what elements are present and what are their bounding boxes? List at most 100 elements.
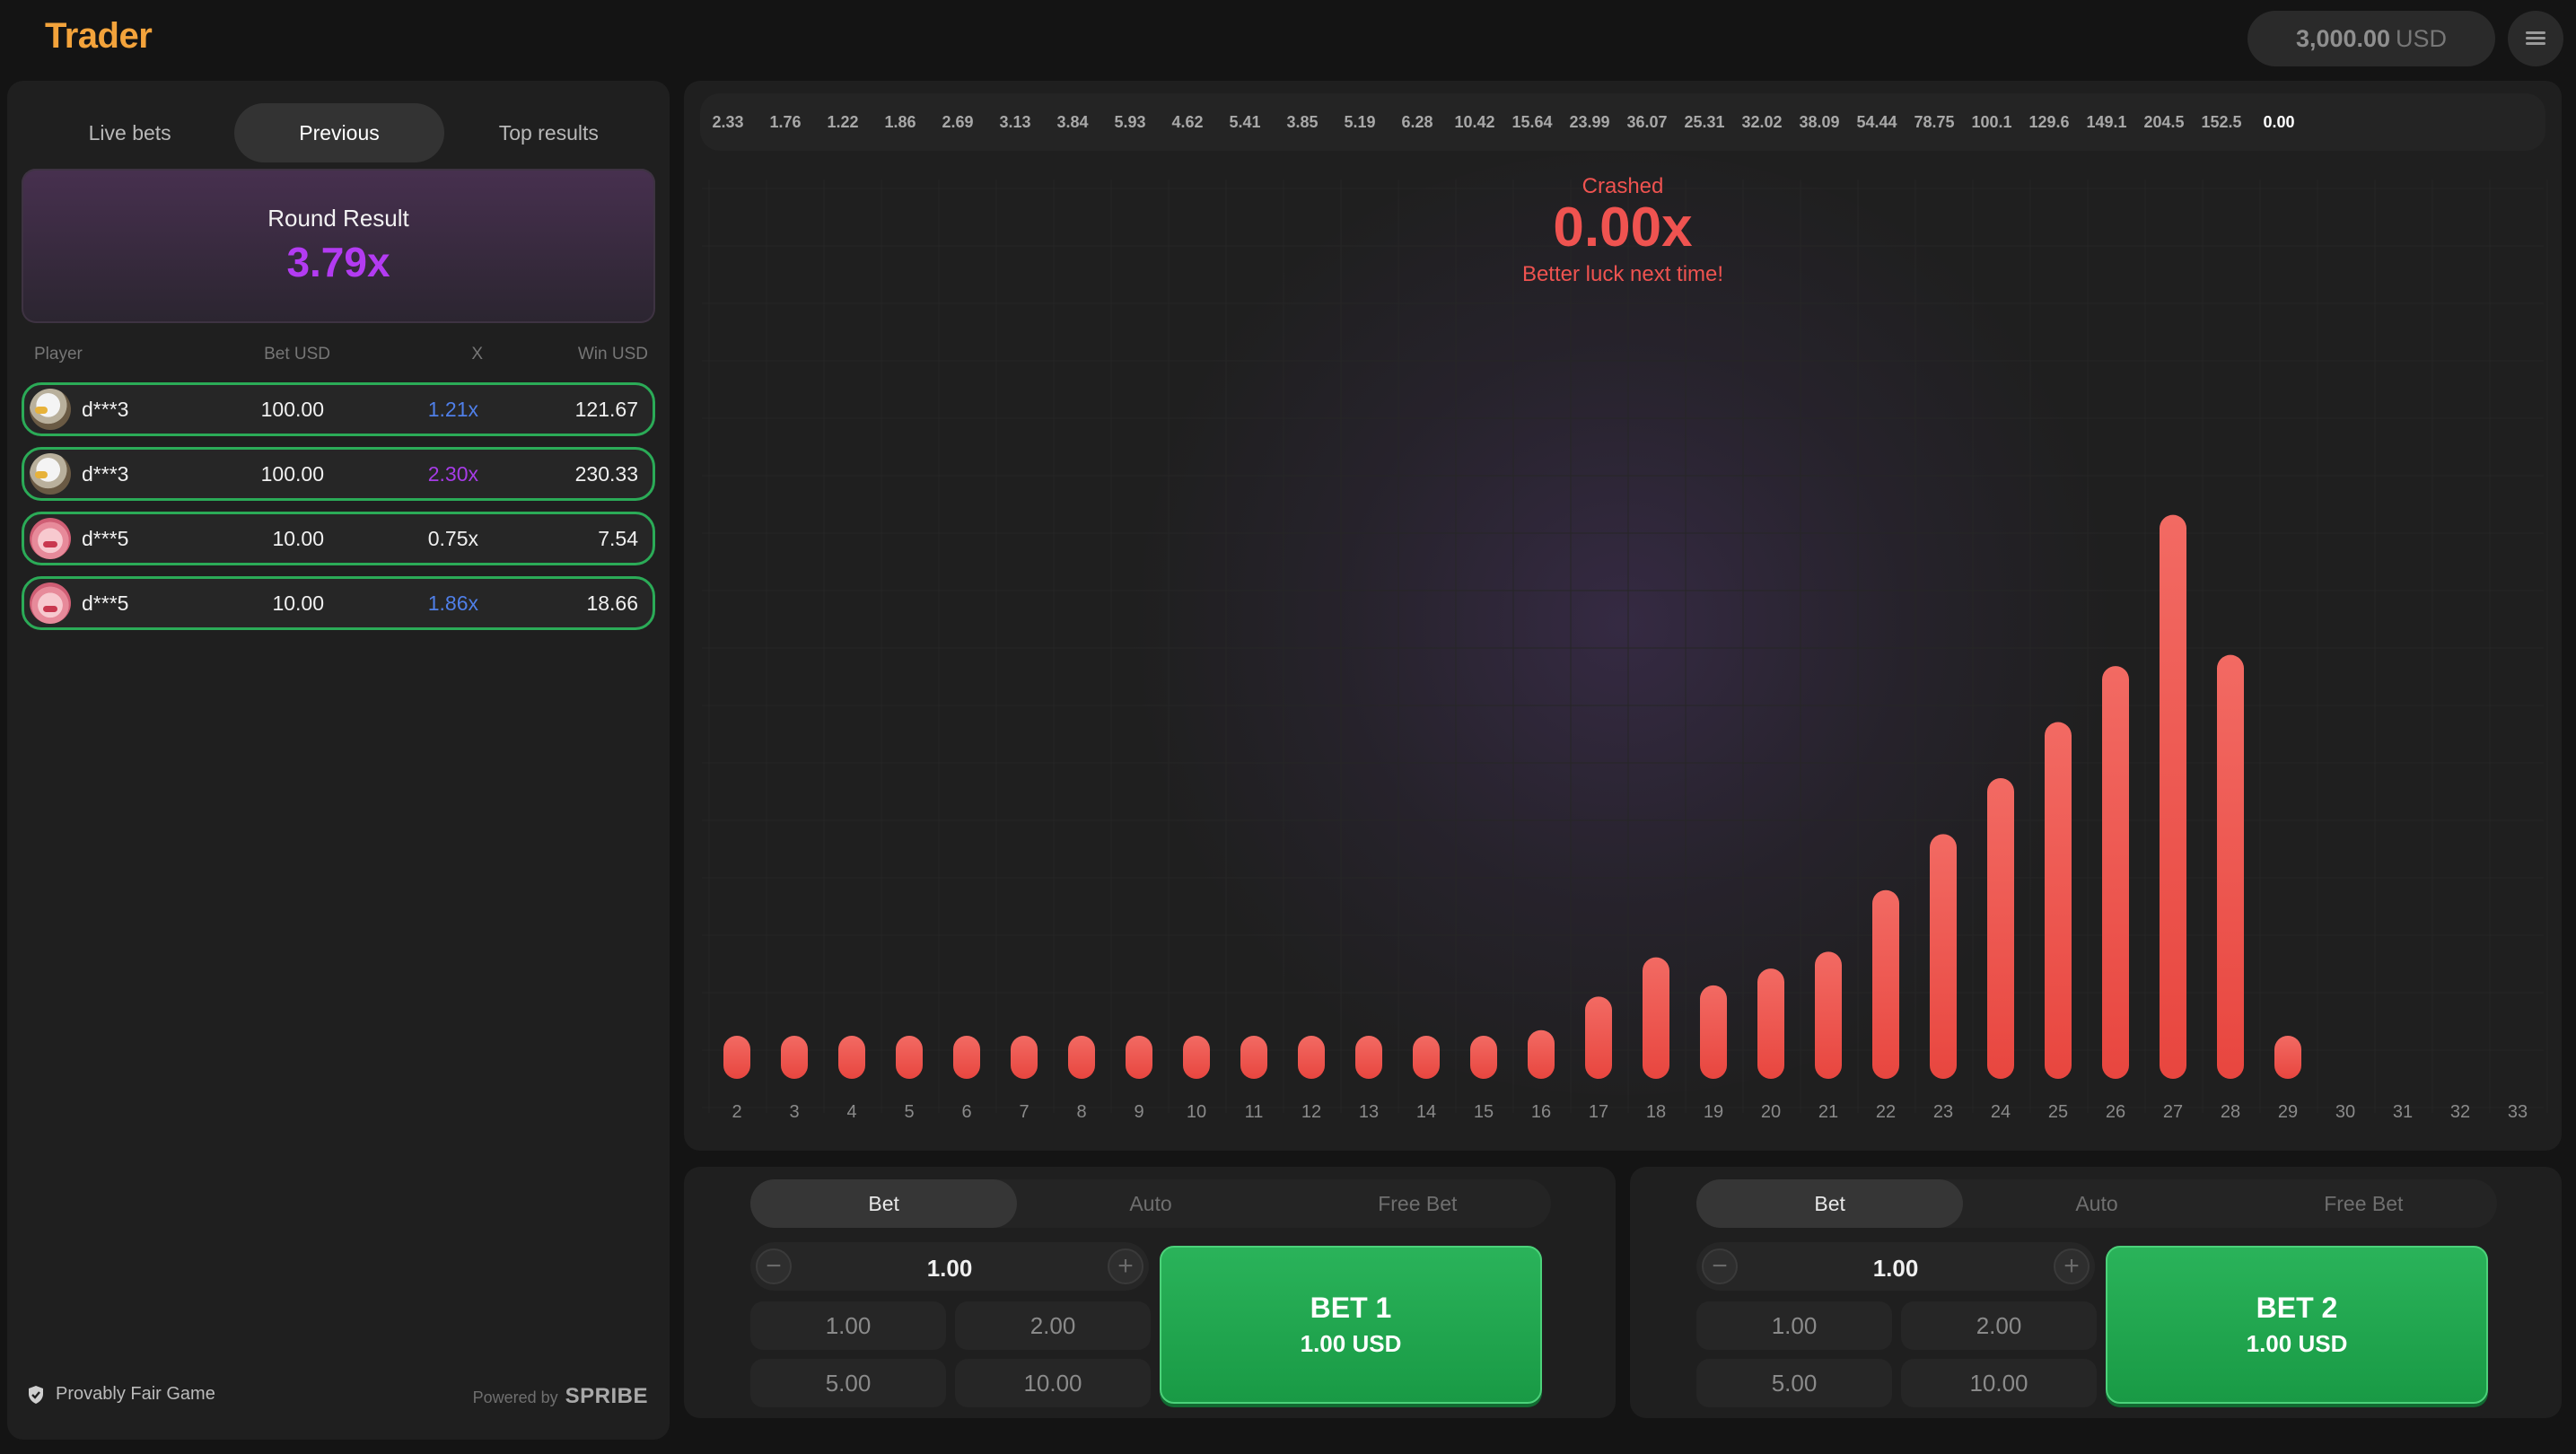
increase-stake-button[interactable]: + — [1108, 1248, 1143, 1284]
round-result-title: Round Result — [267, 205, 409, 232]
x-tick-label: 12 — [1301, 1102, 1321, 1122]
cashout-multiplier: 1.86x — [427, 591, 478, 615]
chart-bar — [1930, 834, 1957, 1079]
quick-stake-button[interactable]: 2.00 — [955, 1301, 1151, 1350]
bets-tabs: Live bets Previous Top results — [25, 97, 653, 169]
tab-bet[interactable]: Bet — [750, 1179, 1018, 1228]
x-tick-label: 9 — [1134, 1102, 1143, 1122]
provably-fair-label: Provably Fair Game — [56, 1384, 215, 1404]
column-player: Player — [34, 345, 83, 364]
history-multiplier: 0.00 — [2263, 113, 2295, 131]
chart-bar — [1872, 889, 1899, 1079]
x-tick-label: 27 — [2163, 1102, 2183, 1122]
stake-stepper: −1.00 + — [1696, 1242, 2095, 1291]
quick-stake-button[interactable]: 10.00 — [1901, 1359, 2097, 1407]
balance-currency: USD — [2396, 24, 2448, 52]
tab-previous[interactable]: Previous — [234, 103, 444, 162]
history-multiplier: 4.62 — [1171, 113, 1204, 131]
powered-by-label: Powered by — [472, 1388, 558, 1406]
bet-row[interactable]: d***3 100.00 1.21x 121.67 — [22, 382, 655, 436]
tab-auto[interactable]: Auto — [1017, 1179, 1284, 1228]
history-multiplier: 5.41 — [1229, 113, 1261, 131]
chart-bar — [1987, 777, 2014, 1079]
stake-input[interactable]: 1.00 — [750, 1255, 1149, 1283]
history-multiplier: 23.99 — [1569, 113, 1610, 131]
chart-bar — [781, 1036, 808, 1079]
quick-stake-button[interactable]: 5.00 — [750, 1359, 946, 1407]
history-multiplier: 204.5 — [2143, 113, 2185, 131]
tab-live-bets[interactable]: Live bets — [25, 103, 234, 162]
chart-bar — [2160, 514, 2186, 1079]
history-multiplier: 32.02 — [1741, 113, 1783, 131]
bet-row[interactable]: d***3 100.00 2.30x 230.33 — [22, 447, 655, 501]
x-tick-label: 11 — [1245, 1102, 1264, 1122]
x-tick-label: 14 — [1416, 1102, 1436, 1122]
menu-button[interactable] — [2508, 11, 2563, 66]
history-multiplier: 78.75 — [1914, 113, 1955, 131]
round-result-card: Round Result 3.79x — [22, 169, 655, 323]
increase-stake-button[interactable]: + — [2054, 1248, 2090, 1284]
chart-bar — [1528, 1029, 1555, 1079]
player-name: d***5 — [82, 526, 129, 550]
tab-free-bet[interactable]: Free Bet — [2230, 1179, 2497, 1228]
history-multiplier: 1.22 — [827, 113, 859, 131]
history-multiplier: 1.86 — [884, 113, 916, 131]
column-bet: Bet USD — [264, 345, 330, 364]
place-bet-button[interactable]: BET 2 1.00 USD — [2106, 1246, 2488, 1404]
face-avatar — [30, 518, 71, 559]
cashout-multiplier: 1.21x — [427, 397, 478, 421]
x-tick-label: 6 — [961, 1102, 971, 1122]
history-multiplier: 38.09 — [1799, 113, 1840, 131]
x-tick-label: 4 — [846, 1102, 856, 1122]
win-amount: 18.66 — [586, 591, 638, 615]
chart-bar — [1470, 1036, 1497, 1079]
win-amount: 7.54 — [598, 526, 638, 550]
chart-bar — [1413, 1036, 1440, 1079]
chart-bar — [838, 1036, 865, 1079]
chart-bar — [1126, 1036, 1152, 1079]
x-tick-label: 24 — [1991, 1102, 2011, 1122]
chart-bar — [1298, 1036, 1325, 1079]
bet-amount: 10.00 — [272, 526, 324, 550]
bets-sidebar: Live bets Previous Top results Round Res… — [7, 81, 670, 1440]
app-logo: Trader — [45, 16, 153, 56]
bet-button-amount: 1.00 USD — [1300, 1330, 1402, 1357]
chart-bar — [1757, 968, 1784, 1079]
provably-fair-link[interactable]: Provably Fair Game — [27, 1384, 215, 1405]
player-name: d***3 — [82, 397, 129, 421]
bet-button-title: BET 2 — [2256, 1292, 2338, 1324]
balance-amount: 3,000.00 — [2295, 24, 2391, 52]
chart-bar — [1643, 957, 1669, 1079]
tab-auto[interactable]: Auto — [1963, 1179, 2230, 1228]
bet-row[interactable]: d***5 10.00 0.75x 7.54 — [22, 512, 655, 565]
x-tick-label: 22 — [1876, 1102, 1896, 1122]
stake-input[interactable]: 1.00 — [1696, 1255, 2095, 1283]
tab-top-results[interactable]: Top results — [444, 103, 653, 162]
x-tick-label: 2 — [732, 1102, 741, 1122]
bet-button-title: BET 1 — [1310, 1292, 1392, 1324]
quick-stake-button[interactable]: 10.00 — [955, 1359, 1151, 1407]
bet-mode-tabs: Bet Auto Free Bet — [750, 1179, 1551, 1228]
quick-stake-button[interactable]: 1.00 — [750, 1301, 946, 1350]
tab-free-bet[interactable]: Free Bet — [1284, 1179, 1551, 1228]
place-bet-button[interactable]: BET 1 1.00 USD — [1160, 1246, 1542, 1404]
tab-bet[interactable]: Bet — [1696, 1179, 1964, 1228]
quick-stake-button[interactable]: 1.00 — [1696, 1301, 1892, 1350]
bet-row[interactable]: d***5 10.00 1.86x 18.66 — [22, 576, 655, 630]
chart-bar — [1068, 1036, 1095, 1079]
chart-bar — [1240, 1036, 1267, 1079]
chart-bar — [2274, 1036, 2301, 1079]
x-tick-label: 31 — [2393, 1102, 2413, 1122]
history-multiplier: 1.76 — [769, 113, 802, 131]
x-tick-label: 19 — [1704, 1102, 1723, 1122]
quick-stake-button[interactable]: 2.00 — [1901, 1301, 2097, 1350]
win-amount: 230.33 — [574, 461, 638, 486]
bet-amount: 100.00 — [260, 397, 324, 421]
column-win: Win USD — [577, 345, 648, 364]
history-multiplier: 2.69 — [942, 113, 974, 131]
chart-bar — [1815, 951, 1842, 1079]
game-chart-panel: 2 3 4 5 6 7 8 9 10 11 12 13 14 15 16 17 18 19 20 21 22 23 24 25… — [684, 81, 2562, 1151]
bet-amount: 10.00 — [272, 591, 324, 615]
quick-stake-button[interactable]: 5.00 — [1696, 1359, 1892, 1407]
crash-multiplier: 0.00x — [1553, 197, 1693, 258]
